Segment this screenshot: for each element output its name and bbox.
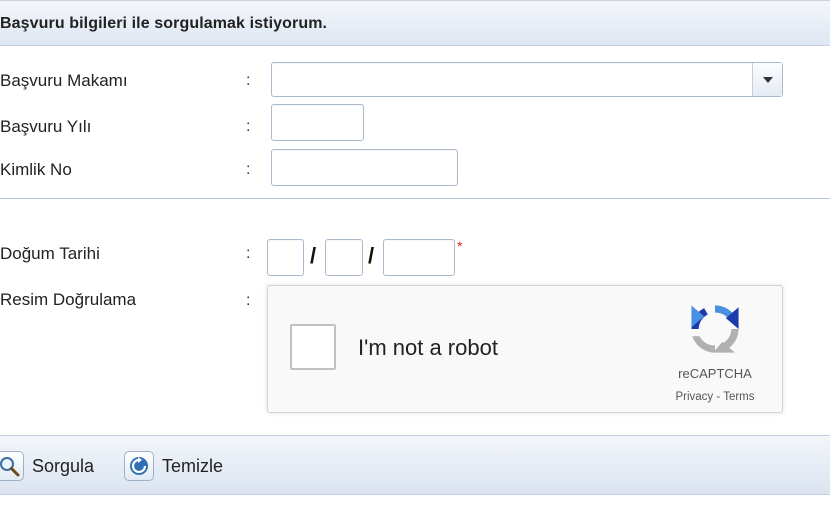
basvuru-yili-label: Başvuru Yılı bbox=[0, 117, 92, 136]
recaptcha-links: Privacy - Terms bbox=[656, 391, 774, 403]
sorgula-button[interactable]: Sorgula bbox=[0, 448, 94, 484]
temizle-button[interactable]: Temizle bbox=[124, 448, 223, 484]
refresh-icon bbox=[124, 451, 154, 481]
section-title: Başvuru bilgileri ile sorgulamak istiyor… bbox=[0, 15, 328, 32]
kimlik-no-label: Kimlik No bbox=[0, 160, 72, 179]
temizle-label: Temizle bbox=[162, 455, 224, 476]
sorgula-label: Sorgula bbox=[32, 455, 95, 476]
colon: : bbox=[246, 118, 251, 135]
date-separator: / bbox=[310, 243, 317, 268]
resim-dogrulama-label: Resim Doğrulama bbox=[0, 290, 137, 309]
link-separator: - bbox=[713, 391, 724, 403]
terms-link[interactable]: Terms bbox=[723, 391, 754, 403]
date-separator: / bbox=[368, 243, 375, 268]
birth-year-input[interactable] bbox=[383, 239, 455, 276]
colon: : bbox=[246, 292, 251, 309]
dropdown-button[interactable] bbox=[752, 63, 782, 96]
birth-month-input[interactable] bbox=[325, 239, 363, 276]
basvuru-makami-label: Başvuru Makamı bbox=[0, 71, 128, 90]
colon: : bbox=[246, 161, 251, 178]
recaptcha-logo-icon bbox=[691, 305, 739, 353]
basvuru-makami-select[interactable] bbox=[271, 62, 783, 97]
recaptcha-widget: I'm not a robot reCAPTCHA Privacy - Term… bbox=[267, 285, 783, 413]
recaptcha-checkbox-label: I'm not a robot bbox=[358, 335, 498, 360]
colon: : bbox=[246, 245, 251, 262]
privacy-link[interactable]: Privacy bbox=[675, 391, 713, 403]
dogum-tarihi-label: Doğum Tarihi bbox=[0, 244, 100, 263]
kimlik-no-input[interactable] bbox=[271, 149, 458, 186]
search-icon bbox=[0, 451, 24, 481]
required-marker: * bbox=[457, 238, 463, 254]
basvuru-yili-input[interactable] bbox=[271, 104, 364, 141]
recaptcha-checkbox[interactable] bbox=[290, 324, 336, 370]
chevron-down-icon bbox=[762, 76, 773, 83]
recaptcha-brand: reCAPTCHA bbox=[678, 366, 752, 381]
section-divider bbox=[0, 198, 830, 199]
section-header: Başvuru bilgileri ile sorgulamak istiyor… bbox=[0, 0, 830, 46]
birth-day-input[interactable] bbox=[267, 239, 304, 276]
action-toolbar: Sorgula Temizle bbox=[0, 435, 830, 495]
colon: : bbox=[246, 72, 251, 89]
